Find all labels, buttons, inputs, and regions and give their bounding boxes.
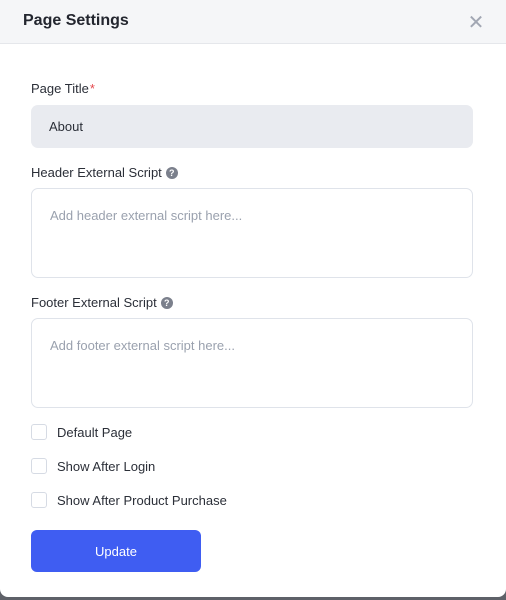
header-script-textarea[interactable] [31, 188, 473, 278]
show-after-product-purchase-checkbox-row[interactable]: Show After Product Purchase [31, 492, 227, 508]
page-title-input[interactable] [31, 105, 473, 148]
footer-script-textarea[interactable] [31, 318, 473, 408]
required-mark: * [89, 81, 95, 96]
show-after-product-purchase-checkbox[interactable] [31, 492, 47, 508]
header-script-label: Header External Script? [31, 165, 178, 180]
modal-title: Page Settings [23, 12, 129, 29]
checkbox-label: Show After Product Purchase [57, 492, 227, 508]
page-title-label: Page Title * [31, 81, 95, 96]
close-icon[interactable]: ✕ [466, 13, 486, 33]
modal-header: Page Settings ✕ [0, 0, 506, 44]
update-button[interactable]: Update [31, 530, 201, 572]
footer-script-label: Footer External Script? [31, 295, 173, 310]
question-icon[interactable]: ? [165, 166, 178, 179]
page-settings-modal: Page Settings ✕ Page Title* Header Exter… [0, 0, 506, 597]
checkbox-label: Default Page [57, 424, 133, 440]
default-page-checkbox-row[interactable]: Default Page [31, 424, 132, 440]
show-after-login-checkbox[interactable] [31, 458, 47, 474]
question-icon[interactable]: ? [160, 296, 173, 309]
show-after-login-checkbox-row[interactable]: Show After Login [31, 458, 155, 474]
checkbox-label: Show After Login [57, 458, 156, 474]
default-page-checkbox[interactable] [31, 424, 47, 440]
